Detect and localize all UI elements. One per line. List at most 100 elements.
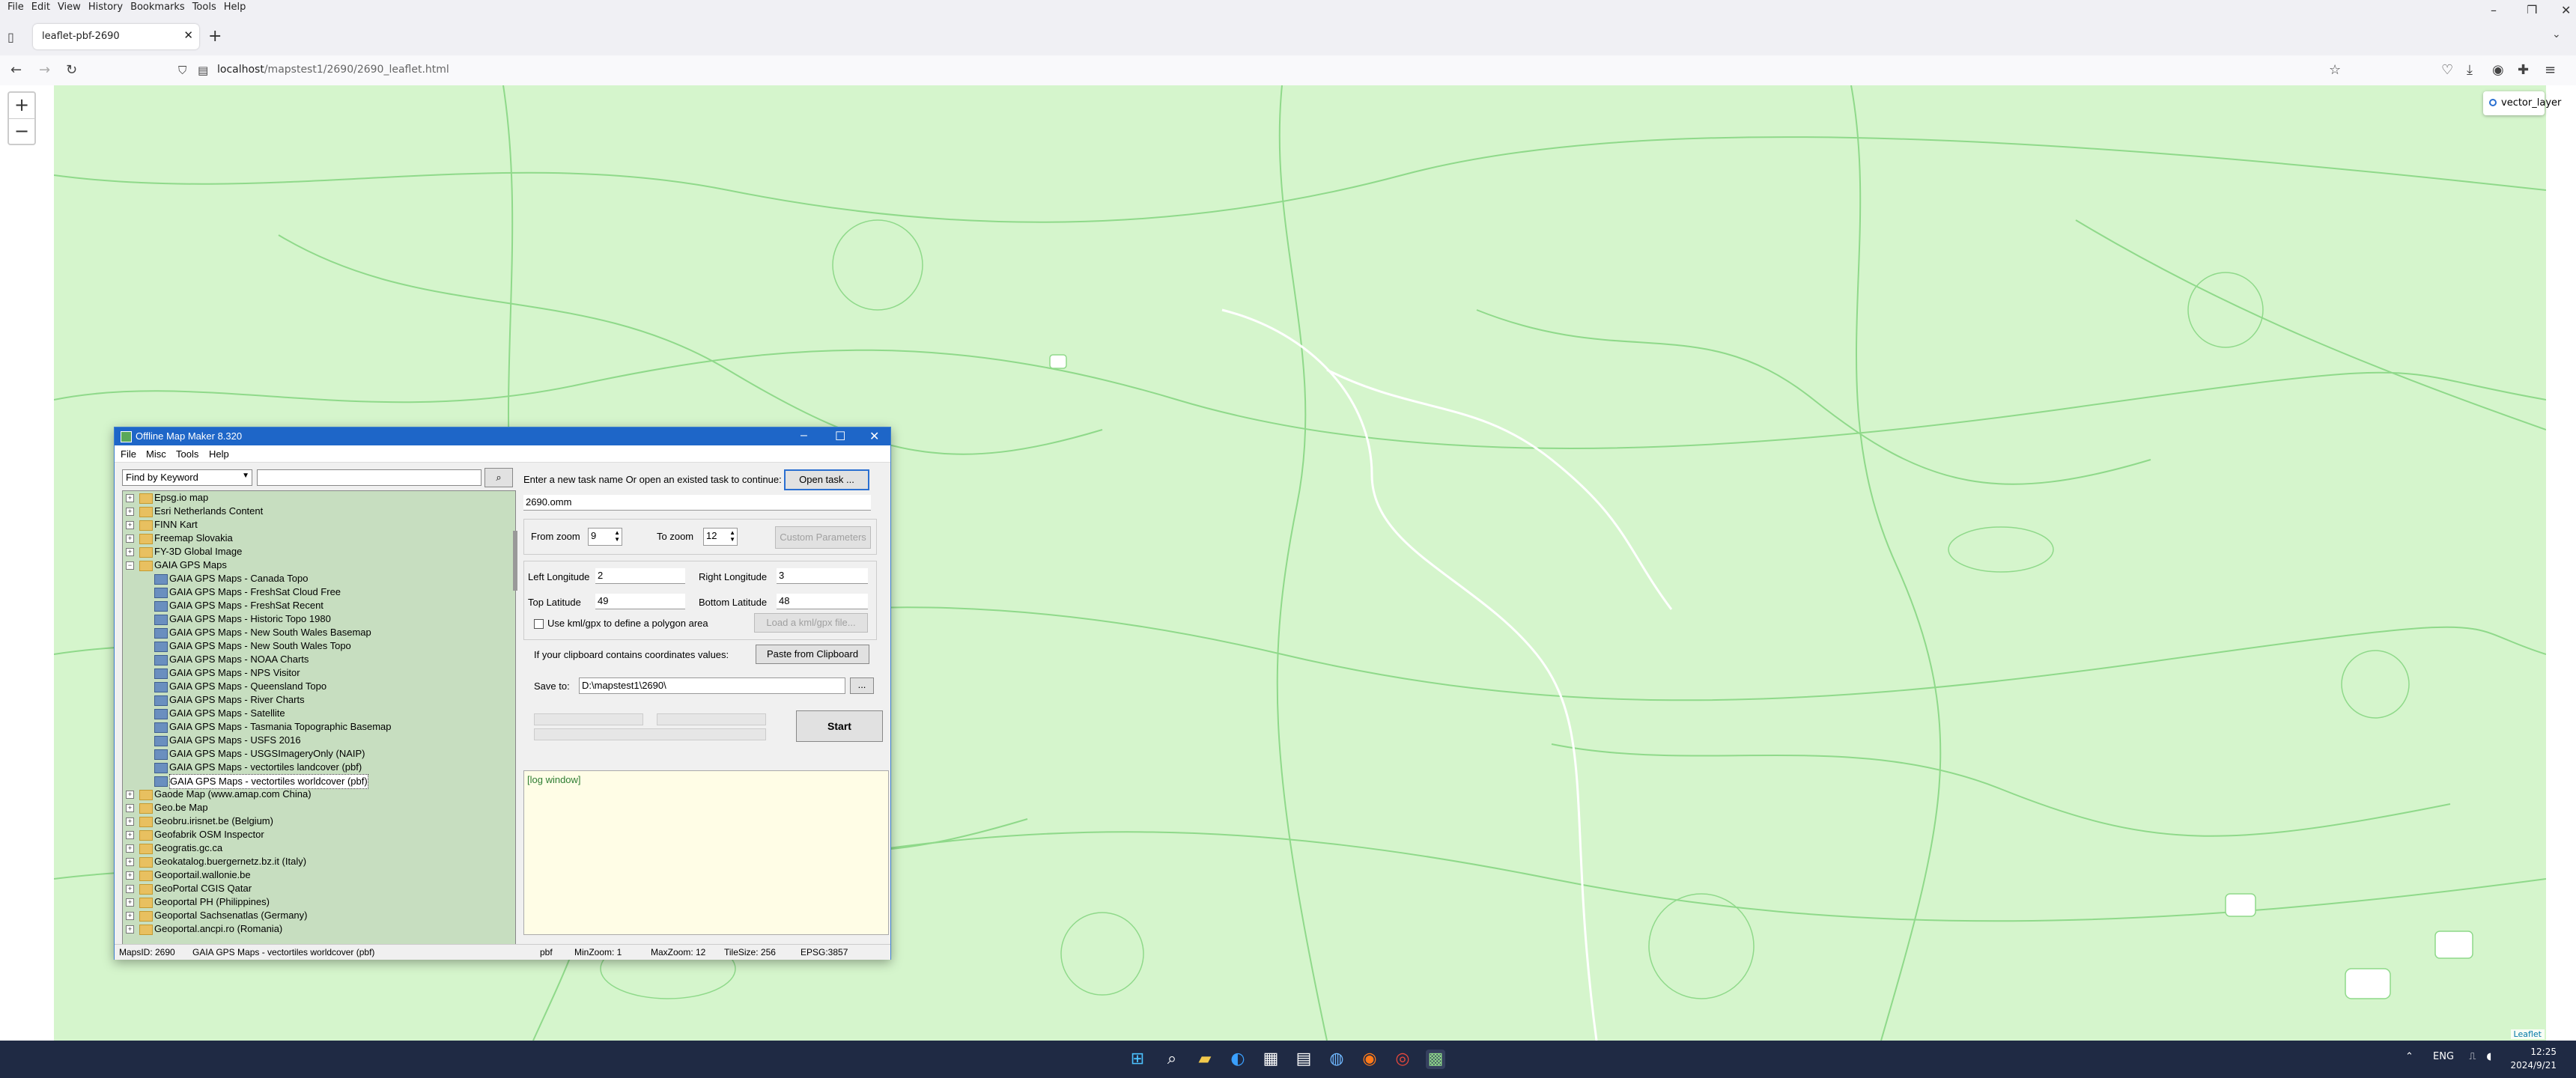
zoom-out-button[interactable]: − xyxy=(9,119,34,144)
tree-leaf-item[interactable]: GAIA GPS Maps - Satellite xyxy=(123,707,512,720)
network-icon[interactable]: ⎍ xyxy=(2469,1051,2476,1062)
expand-icon[interactable]: + xyxy=(126,548,134,556)
tree-folder-item[interactable]: + Geofabrik OSM Inspector xyxy=(123,828,512,841)
menu-view[interactable]: View xyxy=(58,1,81,13)
volume-icon[interactable]: ◖ xyxy=(2486,1051,2491,1062)
search-input[interactable] xyxy=(257,469,482,486)
expand-icon[interactable]: + xyxy=(126,494,134,502)
tree-leaf-item[interactable]: GAIA GPS Maps - USGSImageryOnly (NAIP) xyxy=(123,747,512,761)
menu-file[interactable]: File xyxy=(7,1,24,13)
notepad-icon[interactable]: ▤ xyxy=(1294,1050,1313,1069)
back-icon[interactable]: ← xyxy=(10,62,22,78)
tree-leaf-item[interactable]: GAIA GPS Maps - New South Wales Topo xyxy=(123,639,512,653)
bottom-latitude-input[interactable]: 48 xyxy=(777,594,868,609)
tree-folder-item[interactable]: + FINN Kart xyxy=(123,518,512,532)
browse-button[interactable]: ... xyxy=(850,677,874,694)
zoom-in-button[interactable]: + xyxy=(9,93,34,119)
to-zoom-stepper[interactable]: 12 ▲ ▼ xyxy=(703,528,738,546)
tree-folder-item[interactable]: + Esri Netherlands Content xyxy=(123,505,512,518)
tree-scroll-thumb[interactable] xyxy=(513,531,517,591)
bookmark-star-icon[interactable]: ☆ xyxy=(2329,62,2341,78)
app-minimize-icon[interactable]: – xyxy=(801,429,807,442)
edge-icon[interactable]: ◐ xyxy=(1228,1050,1248,1069)
expand-icon[interactable]: + xyxy=(126,791,134,799)
search-mode-select[interactable]: Find by Keyword ▼ xyxy=(122,469,252,486)
app-menu-file[interactable]: File xyxy=(121,448,136,460)
expand-icon[interactable]: + xyxy=(126,858,134,866)
menu-history[interactable]: History xyxy=(88,1,123,13)
load-kml-button[interactable]: Load a kml/gpx file... xyxy=(754,613,868,633)
expand-icon[interactable]: + xyxy=(126,925,134,934)
app-menu-misc[interactable]: Misc xyxy=(146,448,166,460)
tab-close-icon[interactable]: ✕ xyxy=(183,28,193,42)
tree-leaf-item[interactable]: GAIA GPS Maps - Tasmania Topographic Bas… xyxy=(123,720,512,734)
file-explorer-icon[interactable]: ▰ xyxy=(1195,1050,1215,1069)
clock[interactable]: 12:25 2024/9/21 xyxy=(2510,1045,2557,1072)
reload-icon[interactable]: ↻ xyxy=(66,62,77,78)
tree-folder-item[interactable]: + GeoPortal CGIS Qatar xyxy=(123,882,512,895)
tree-leaf-item[interactable]: GAIA GPS Maps - vectortiles worldcover (… xyxy=(123,774,512,789)
expand-icon[interactable]: + xyxy=(126,885,134,893)
tree-folder-item[interactable]: + FY-3D Global Image xyxy=(123,545,512,558)
app-menu-icon[interactable]: ≡ xyxy=(2545,62,2556,78)
app-menu-tools[interactable]: Tools xyxy=(176,448,198,460)
language-indicator[interactable]: ENG xyxy=(2433,1051,2454,1062)
tree-folder-item[interactable]: + Geoportail.wallonie.be xyxy=(123,868,512,882)
spin-arrows-icon[interactable]: ▲ ▼ xyxy=(614,529,620,543)
app-menu-help[interactable]: Help xyxy=(209,448,229,460)
search-button[interactable]: ⌕ xyxy=(484,468,513,487)
tree-folder-item[interactable]: + Geokatalog.buergernetz.bz.it (Italy) xyxy=(123,855,512,868)
app-titlebar[interactable]: Offline Map Maker 8.320 – ☐ ✕ xyxy=(115,427,890,445)
expand-icon[interactable]: + xyxy=(126,817,134,826)
tree-leaf-item[interactable]: GAIA GPS Maps - FreshSat Cloud Free xyxy=(123,585,512,599)
tree-leaf-item[interactable]: GAIA GPS Maps - FreshSat Recent xyxy=(123,599,512,612)
tree-leaf-item[interactable]: GAIA GPS Maps - NOAA Charts xyxy=(123,653,512,666)
layer-control[interactable]: vector_layer xyxy=(2483,91,2561,115)
paste-from-clipboard-button[interactable]: Paste from Clipboard xyxy=(756,645,869,664)
radio-icon[interactable] xyxy=(2489,99,2497,106)
extensions-icon[interactable]: ✚ xyxy=(2518,62,2529,78)
firefox-icon[interactable]: ◉ xyxy=(1360,1050,1379,1069)
tree-leaf-item[interactable]: GAIA GPS Maps - USFS 2016 xyxy=(123,734,512,747)
browser-tab[interactable]: leaflet-pbf-2690 ✕ xyxy=(33,24,199,49)
tree-leaf-item[interactable]: GAIA GPS Maps - New South Wales Basemap xyxy=(123,626,512,639)
start-button[interactable]: Start xyxy=(796,710,883,742)
new-tab-icon[interactable]: + xyxy=(208,27,222,46)
expand-icon[interactable]: + xyxy=(126,508,134,516)
download-icon[interactable]: ⤓ xyxy=(2467,62,2473,78)
tree-folder-item[interactable]: + Epsg.io map xyxy=(123,491,512,505)
expand-icon[interactable]: + xyxy=(126,844,134,853)
tree-folder-item[interactable]: + Freemap Slovakia xyxy=(123,532,512,545)
chevron-down-icon[interactable]: ⌄ xyxy=(2552,28,2561,40)
from-zoom-stepper[interactable]: 9 ▲ ▼ xyxy=(588,528,622,546)
tree-leaf-item[interactable]: GAIA GPS Maps - Historic Topo 1980 xyxy=(123,612,512,626)
spin-arrows-icon[interactable]: ▲ ▼ xyxy=(729,529,735,543)
custom-parameters-button[interactable]: Custom Parameters xyxy=(775,526,871,549)
tree-folder-item[interactable]: + Geoportal Sachsenatlas (Germany) xyxy=(123,909,512,922)
tree-leaf-item[interactable]: GAIA GPS Maps - Canada Topo xyxy=(123,572,512,585)
expand-icon[interactable]: + xyxy=(126,804,134,812)
expand-icon[interactable]: + xyxy=(126,831,134,839)
map-source-tree[interactable]: + Epsg.io map + Esri Netherlands Content + FI… xyxy=(122,490,516,951)
chrome-icon[interactable]: ◎ xyxy=(1393,1050,1412,1069)
tree-scrollbar[interactable] xyxy=(513,463,517,957)
tree-folder-item[interactable]: + Geoportal.ancpi.ro (Romania) xyxy=(123,922,512,936)
sidebar-toggle-icon[interactable]: ▯ xyxy=(7,30,14,44)
search-icon[interactable]: ⌕ xyxy=(1162,1050,1182,1069)
account-icon[interactable]: ◉ xyxy=(2492,62,2504,78)
expand-icon[interactable]: + xyxy=(126,912,134,920)
task-name-input[interactable]: 2690.omm xyxy=(523,495,871,511)
tree-folder-item[interactable]: + Geoportal PH (Philippines) xyxy=(123,895,512,909)
leaflet-link[interactable]: Leaflet xyxy=(2514,1029,2542,1039)
tree-folder-item[interactable]: + Geobru.irisnet.be (Belgium) xyxy=(123,814,512,828)
menu-edit[interactable]: Edit xyxy=(31,1,50,13)
tree-folder-item[interactable]: + Geogratis.gc.ca xyxy=(123,841,512,855)
expand-icon[interactable]: + xyxy=(126,871,134,880)
log-window[interactable]: [log window] xyxy=(523,770,889,935)
menu-help[interactable]: Help xyxy=(224,1,246,13)
browser-icon[interactable]: ◍ xyxy=(1327,1050,1346,1069)
offline-map-maker-taskbar-icon[interactable]: ▩ xyxy=(1426,1050,1445,1069)
forward-icon[interactable]: → xyxy=(39,62,50,78)
chevron-up-icon[interactable]: ⌃ xyxy=(2405,1051,2414,1062)
app-maximize-icon[interactable]: ☐ xyxy=(835,429,845,444)
